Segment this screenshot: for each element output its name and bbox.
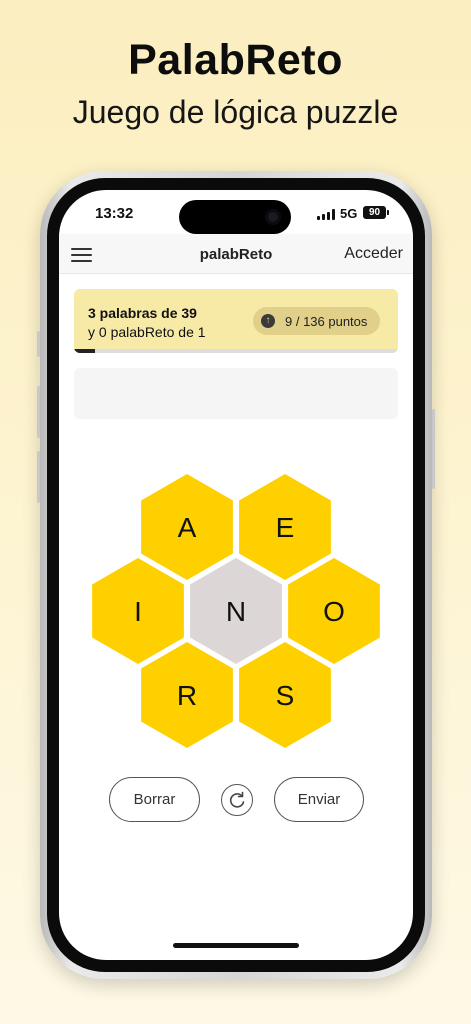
phone-power-button <box>432 409 435 489</box>
phone-frame: 13:32 5G 90 palabReto Acceder 3 palabras… <box>37 171 435 979</box>
login-button[interactable]: Acceder <box>344 245 403 263</box>
palabreto-found-text: y 0 palabReto de 1 <box>88 324 206 340</box>
signal-bars-icon <box>317 209 335 220</box>
hex-cell-shape <box>190 558 282 664</box>
promo-title: PalabReto <box>128 36 343 84</box>
hex-cell-outer[interactable]: O <box>288 558 380 664</box>
shuffle-button[interactable] <box>221 784 253 816</box>
words-found-text: 3 palabras de 39 <box>88 305 197 321</box>
dynamic-island <box>179 200 291 234</box>
hex-cell-outer[interactable]: E <box>239 474 331 580</box>
word-input-field[interactable] <box>74 368 398 419</box>
hex-cell-shape <box>141 642 233 748</box>
delete-button[interactable]: Borrar <box>109 777 200 822</box>
status-time: 13:32 <box>95 205 134 222</box>
hex-cell-shape <box>92 558 184 664</box>
home-indicator <box>173 943 299 948</box>
progress-bar-fill <box>74 349 96 353</box>
submit-button[interactable]: Enviar <box>274 777 364 822</box>
phone-volume-down <box>37 451 40 503</box>
hex-cell-outer[interactable]: R <box>141 642 233 748</box>
app-screen: 13:32 5G 90 palabReto Acceder 3 palabras… <box>59 190 413 960</box>
network-type: 5G <box>340 206 358 221</box>
progress-bar <box>74 349 398 353</box>
hex-cell-shape <box>288 558 380 664</box>
points-badge[interactable]: ↑ 9 / 136 puntos <box>253 307 380 335</box>
app-header: palabReto Acceder <box>59 234 413 274</box>
points-text: 9 / 136 puntos <box>285 314 368 329</box>
progress-card: 3 palabras de 39 y 0 palabReto de 1 ↑ 9 … <box>74 289 398 353</box>
shuffle-rotate-icon <box>229 791 245 808</box>
phone-volume-up <box>37 386 40 438</box>
hex-cell-outer[interactable]: I <box>92 558 184 664</box>
hex-cell-center[interactable]: N <box>190 558 282 664</box>
hex-cell-shape <box>141 474 233 580</box>
hex-cell-shape <box>239 642 331 748</box>
hex-cell-outer[interactable]: A <box>141 474 233 580</box>
hamburger-menu-icon[interactable] <box>71 248 92 262</box>
promo-subtitle: Juego de lógica puzzle <box>72 94 399 130</box>
arrow-up-circle-icon: ↑ <box>261 314 275 328</box>
hex-cell-outer[interactable]: S <box>239 642 331 748</box>
battery-icon: 90 <box>363 206 389 219</box>
phone-side-button <box>37 331 40 357</box>
hex-cell-shape <box>239 474 331 580</box>
front-camera-icon <box>265 209 281 225</box>
